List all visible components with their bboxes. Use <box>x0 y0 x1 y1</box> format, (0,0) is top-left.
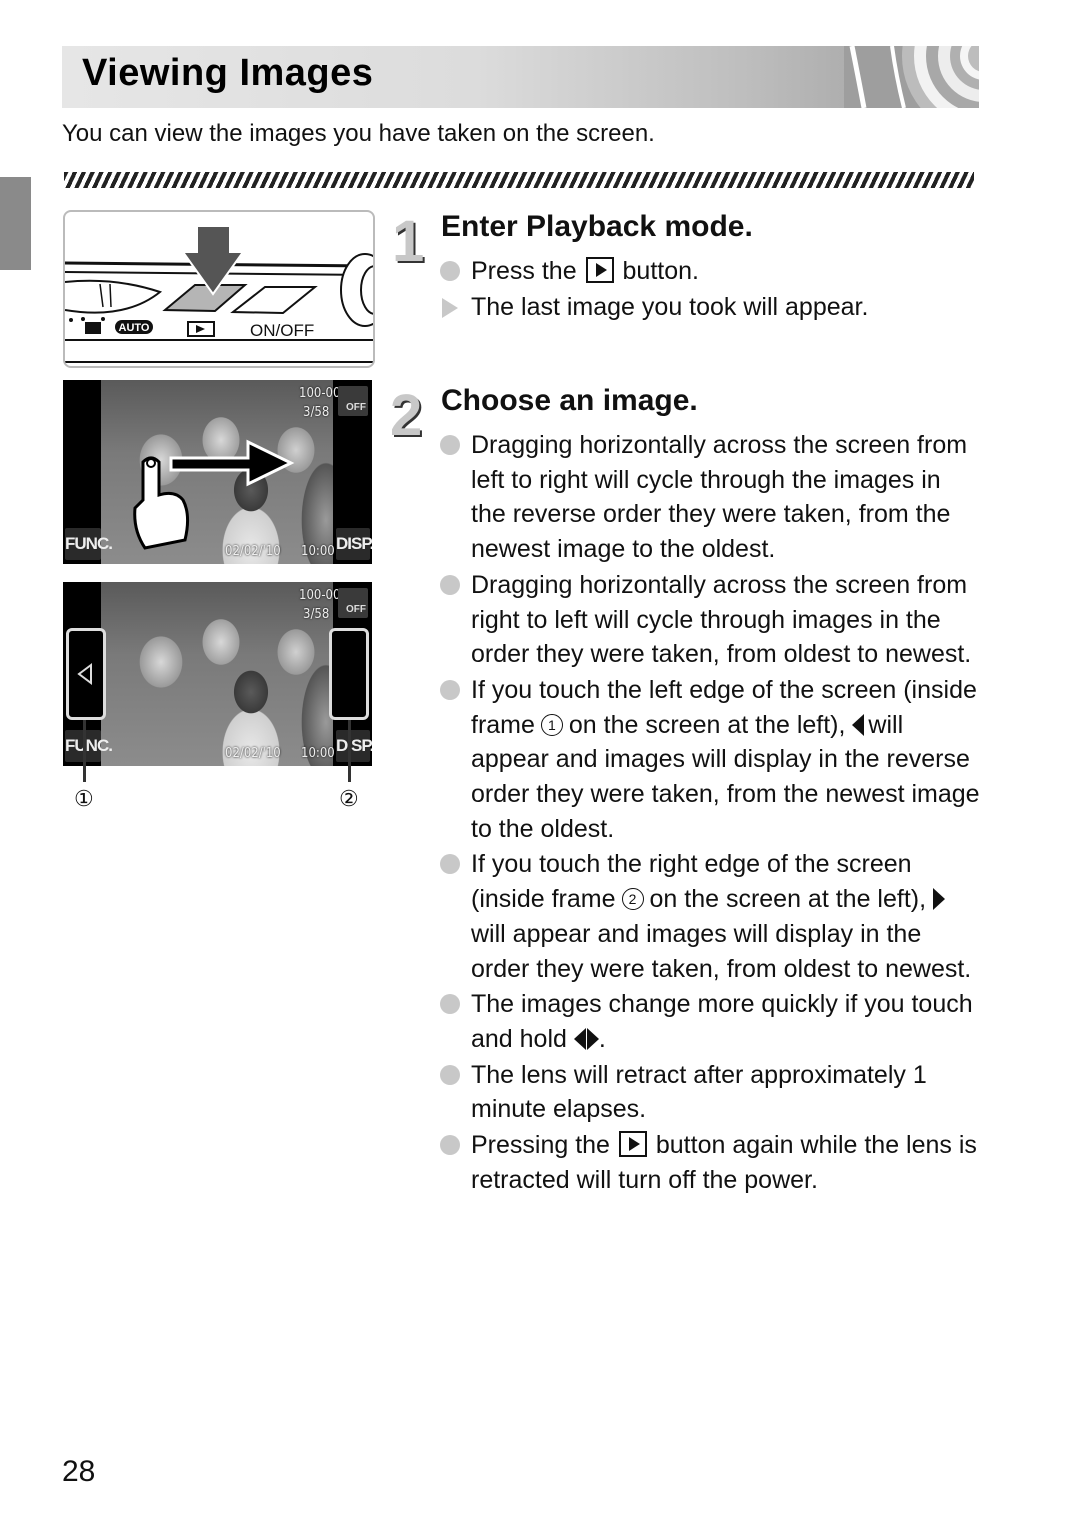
step-title-1: Enter Playback mode. <box>441 210 753 243</box>
right-arrow-icon <box>586 1027 599 1050</box>
step-title-2: Choose an image. <box>441 384 698 417</box>
step-number-1: 1 <box>392 209 425 274</box>
bullet-dot-icon <box>440 1064 460 1085</box>
shot-date: 02/02/'10 <box>225 746 281 761</box>
callout-line-1 <box>83 720 86 782</box>
camera-body-drawing: AUTO ON/OFF <box>65 225 373 363</box>
list-item: If you touch the left edge of the screen… <box>440 673 980 847</box>
list-item: The lens will retract after approximatel… <box>440 1058 980 1127</box>
list-item: If you touch the right edge of the scree… <box>440 847 980 986</box>
bullet-dot-icon <box>440 261 460 281</box>
bullet-dot-icon <box>440 994 460 1015</box>
image-count: 3/58 <box>303 607 330 622</box>
sample-photo <box>101 582 333 766</box>
result-arrow-icon <box>442 297 458 318</box>
previous-arrow-icon <box>77 663 92 685</box>
off-button: OFF <box>338 588 368 618</box>
playback-button-icon <box>618 1131 647 1158</box>
frame-1-marker: 1 <box>540 713 563 736</box>
auto-mode-label: AUTO <box>119 322 150 334</box>
chapter-side-tab <box>0 177 31 270</box>
bullet-dot-icon <box>440 435 460 455</box>
step-1-bullets: Press the button. The last image you too… <box>440 254 980 325</box>
list-item: Pressing the button again while the lens… <box>440 1128 980 1197</box>
bullet-dot-icon <box>440 574 460 595</box>
left-arrow-icon <box>852 713 865 736</box>
shot-time: 10:00 <box>301 746 335 761</box>
frame-2-marker: 2 <box>621 888 644 911</box>
bullet-dot-icon <box>440 1135 460 1156</box>
left-arrow-icon <box>573 1027 586 1050</box>
callout-line-2 <box>348 720 351 782</box>
camera-top-illustration: AUTO ON/OFF <box>63 210 375 368</box>
list-item: Press the button. <box>440 254 980 289</box>
intro-text: You can view the images you have taken o… <box>62 120 655 147</box>
hatched-divider <box>64 172 974 188</box>
bullet-dot-icon <box>440 679 460 700</box>
list-item: Dragging horizontally across the screen … <box>440 568 980 672</box>
page-title: Viewing Images <box>82 52 374 94</box>
list-item: The images change more quickly if you to… <box>440 987 980 1056</box>
playback-button-icon <box>585 257 614 283</box>
power-label: ON/OFF <box>250 321 314 340</box>
callout-1: ① <box>74 786 94 811</box>
lcd-screen-drag-example: 100-0008 3/58 OFF FUNC. DISP. 02/02/'10 … <box>63 380 372 564</box>
drag-gesture-icon <box>133 439 295 550</box>
disp-button: DISP. <box>336 730 372 762</box>
step-number-2: 2 <box>390 383 423 448</box>
page-number: 28 <box>62 1455 96 1488</box>
section-title-bar: Viewing Images <box>62 46 979 108</box>
lcd-screen-edge-touch-example: 100-0008 3/58 OFF FUNC. DISP. 02/02/'10 … <box>63 582 372 766</box>
step-2-bullets: Dragging horizontally across the screen … <box>440 428 980 1198</box>
list-item: Dragging horizontally across the screen … <box>440 428 980 567</box>
right-arrow-icon <box>933 888 946 911</box>
callout-2: ② <box>339 786 359 811</box>
ripple-decoration-icon <box>844 46 979 108</box>
right-edge-frame <box>329 628 369 720</box>
list-item-result: The last image you took will appear. <box>440 290 980 325</box>
bullet-dot-icon <box>440 854 460 875</box>
left-edge-frame <box>66 628 106 720</box>
